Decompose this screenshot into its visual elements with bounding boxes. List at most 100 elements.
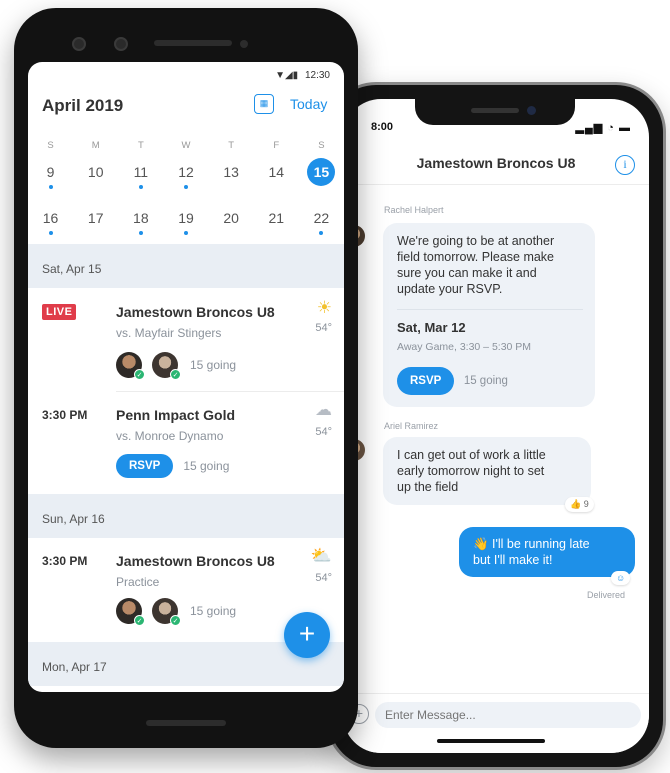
event-dot (138, 231, 143, 235)
chat-screen: 8:00 ▂▄▆ ◔ ▬ ‹ Jamestown Broncos U8 i Ra… (343, 99, 649, 753)
weekday-label: W (181, 140, 191, 151)
rsvp-button[interactable]: RSVP (116, 454, 174, 478)
divider (397, 309, 583, 310)
event-team: Jamestown Broncos U8 (116, 304, 275, 320)
day-number: 19 (178, 210, 194, 226)
going-count: 15 going (190, 604, 237, 618)
message-line: field tomorrow. Please make (397, 250, 555, 264)
front-camera (72, 37, 86, 51)
front-camera (527, 106, 536, 115)
weekday-label: T (137, 140, 144, 151)
message-bubble: We're going to be at another field tomor… (383, 223, 595, 407)
day-number: 10 (87, 164, 104, 180)
event-dot (138, 185, 143, 189)
going-count: 15 going (190, 358, 237, 372)
calendar-day-selected[interactable]: 15 (299, 158, 344, 194)
live-badge: LIVE (42, 304, 77, 320)
calendar-day[interactable]: 16 (28, 204, 73, 240)
android-status-bar: ▼◢▮ 12:30 (275, 70, 330, 81)
smiley-reaction-icon[interactable]: ☺ (611, 571, 631, 585)
calendar-day[interactable]: 17 (73, 204, 118, 240)
calendar-day[interactable]: 12 (163, 158, 208, 194)
partly-cloudy-icon: ⛅ (310, 546, 332, 565)
day-number: 20 (223, 210, 239, 226)
message-composer: + (343, 693, 649, 753)
avatar: ✓ (116, 352, 145, 380)
day-number: 14 (268, 164, 285, 180)
weekday-label: S (318, 140, 325, 151)
event-item[interactable]: LIVE Jamestown Broncos U8 vs. Mayfair St… (28, 288, 344, 392)
front-camera (114, 37, 128, 51)
chat-header: ‹ Jamestown Broncos U8 i (343, 145, 649, 185)
calendar-day[interactable]: 22 (299, 204, 344, 240)
rsvp-button[interactable]: RSVP (397, 367, 455, 395)
attendee-avatars: ✓ ✓ 15 going (116, 598, 237, 626)
info-icon[interactable]: i (615, 155, 635, 175)
today-button[interactable]: Today (290, 96, 327, 112)
message-bubble: I can get out of work a little early tom… (383, 437, 591, 505)
add-event-button[interactable]: + (284, 612, 330, 658)
check-icon: ✓ (134, 369, 145, 380)
going-count: 15 going (183, 459, 230, 473)
week-row: 9 10 11 12 13 14 15 (28, 158, 344, 194)
calendar-day[interactable]: 13 (209, 158, 254, 194)
day-number: 13 (223, 164, 239, 180)
day-number: 18 (133, 210, 149, 226)
event-dot (48, 185, 53, 189)
signal-battery-icon: ▼◢▮ (275, 70, 299, 81)
avatar: ✓ (116, 598, 145, 626)
message-line: I can get out of work a little (397, 448, 546, 462)
date-section-header: Sun, Apr 16 (28, 494, 344, 538)
calendar-day[interactable]: 21 (254, 204, 299, 240)
day-number: 12 (178, 164, 194, 180)
event-dot (48, 231, 53, 235)
ios-status-bar: 8:00 ▂▄▆ ◔ ▬ (365, 121, 631, 137)
android-device: ▼◢▮ 12:30 April 2019 ▦ Today S M T W T F… (14, 8, 358, 748)
event-time: 3:30 PM (42, 408, 88, 422)
day-number: 16 (42, 210, 59, 226)
event-item[interactable]: 3:30 PM Penn Impact Gold vs. Monroe Dyna… (28, 392, 344, 494)
calendar-icon[interactable]: ▦ (254, 94, 274, 114)
temperature: 54° (315, 426, 332, 438)
message-line: update your RSVP. (397, 282, 503, 296)
temperature: 54° (315, 322, 332, 334)
weekday-header: S M T W T F S (28, 140, 344, 151)
event-details: Away Game, 3:30 – 5:30 PM (397, 341, 532, 353)
calendar-day[interactable]: 14 (254, 158, 299, 194)
calendar-day[interactable]: 9 (28, 158, 73, 194)
calendar-day[interactable]: 10 (73, 158, 118, 194)
going-count: 15 going (463, 375, 508, 387)
weekday-label: F (273, 140, 280, 151)
own-message-bubble: 👋 I'll be running late but I'll make it! (459, 527, 635, 577)
message-input[interactable] (375, 702, 641, 728)
schedule-screen: ▼◢▮ 12:30 April 2019 ▦ Today S M T W T F… (28, 62, 344, 692)
check-icon: ✓ (134, 615, 145, 626)
thumbs-up-reaction[interactable]: 👍 9 (565, 497, 594, 512)
home-indicator (437, 739, 545, 743)
status-time: 12:30 (304, 70, 330, 81)
event-dot (319, 231, 324, 235)
message-line: up the field (397, 480, 459, 494)
earpiece (154, 40, 232, 46)
message-line: 👋 I'll be running late (473, 537, 590, 551)
iphone-device: 8:00 ▂▄▆ ◔ ▬ ‹ Jamestown Broncos U8 i Ra… (326, 82, 666, 770)
message-line: but I'll make it! (473, 553, 553, 567)
day-number: 22 (313, 210, 330, 226)
temperature: 54° (315, 572, 332, 584)
attendee-avatars: ✓ ✓ 15 going (116, 352, 237, 380)
message-sender: Rachel Halpert (384, 205, 444, 215)
day-number: 15 (307, 158, 336, 186)
event-date: Sat, Mar 12 (397, 320, 466, 335)
calendar-day[interactable]: 20 (209, 204, 254, 240)
event-opponent: Practice (116, 575, 160, 589)
calendar-day[interactable]: 11 (118, 158, 163, 194)
weekday-label: T (228, 140, 235, 151)
event-opponent: vs. Mayfair Stingers (116, 326, 222, 340)
check-icon: ✓ (170, 615, 181, 626)
check-icon: ✓ (170, 369, 181, 380)
message-sender: Ariel Ramirez (384, 421, 439, 431)
calendar-day[interactable]: 18 (118, 204, 163, 240)
day-number: 9 (46, 164, 55, 180)
avatar: ✓ (152, 352, 181, 380)
calendar-day[interactable]: 19 (163, 204, 208, 240)
